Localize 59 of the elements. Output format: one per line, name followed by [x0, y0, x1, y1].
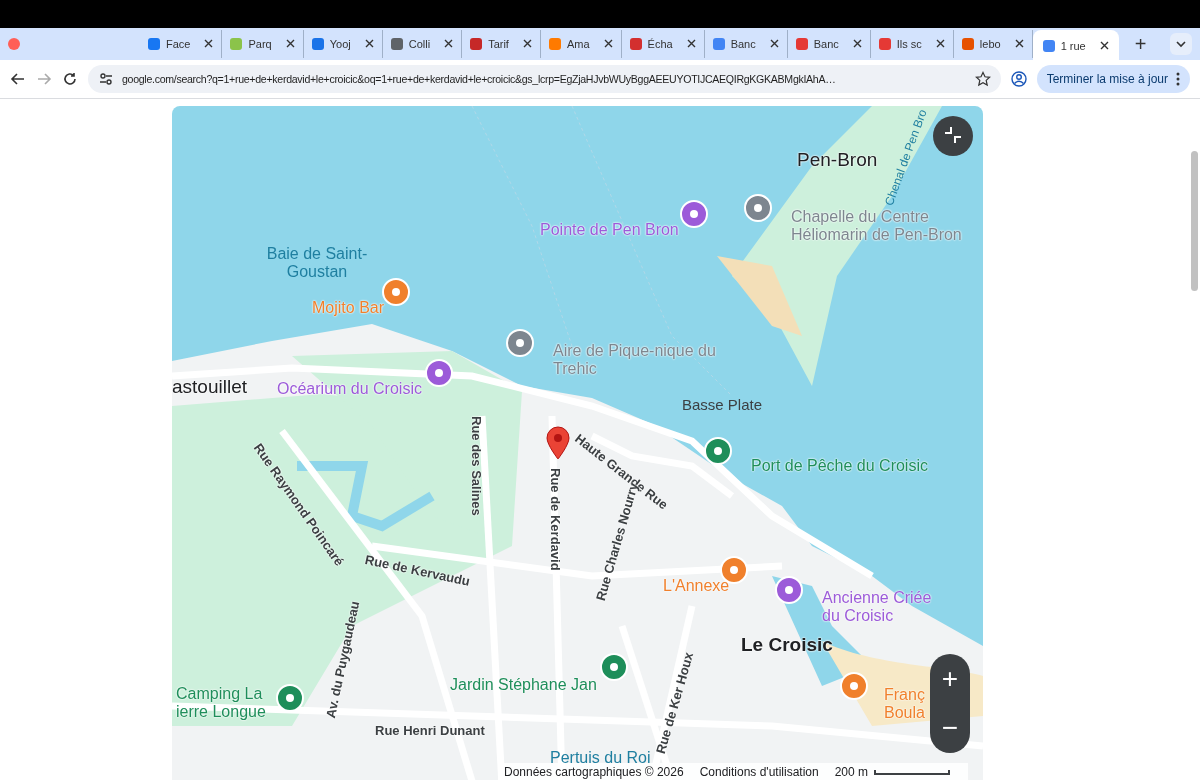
map-label: Pertuis du Roi	[550, 749, 651, 766]
browser-tab[interactable]: Tarif	[462, 30, 541, 58]
site-settings-icon[interactable]	[98, 71, 114, 87]
map-label: Baie de Saint-Goustan	[265, 245, 369, 281]
browser-tab[interactable]: Face	[140, 30, 223, 58]
favicon-icon	[230, 38, 243, 50]
browser-tab[interactable]: Banc	[787, 30, 871, 58]
tab-list-button[interactable]	[1170, 33, 1192, 55]
new-tab-button[interactable]: +	[1130, 32, 1151, 56]
profile-icon[interactable]	[1010, 71, 1027, 87]
more-icon[interactable]	[1176, 72, 1180, 86]
place-label[interactable]: Jardin Stéphane Jan	[450, 676, 597, 694]
browser-tab[interactable]: Ama	[540, 30, 622, 58]
favicon-icon	[712, 38, 725, 50]
favicon-icon	[390, 38, 403, 50]
exit-fullscreen-icon[interactable]	[943, 124, 963, 145]
street-label: Rue de Kerdavid	[547, 468, 564, 571]
update-button[interactable]: Terminer la mise à jour	[1036, 65, 1190, 93]
browser-tab[interactable]: Écha	[621, 30, 705, 58]
url-text: google.com/search?q=1+rue+de+kerdavid+le+croicic&oq=1+rue+de+kerdavid+le+croicic&gs_lcrp=EgZjaHJvbWUyBggAEEUYOTIJCAEQIRgKGKABMgkIAhA…	[122, 73, 837, 85]
browser-tab[interactable]: Colli	[382, 30, 463, 58]
browser-tab[interactable]: Parq	[222, 30, 304, 58]
zoom-out-button[interactable]: −	[930, 703, 970, 753]
back-arrow-icon[interactable]	[10, 71, 26, 87]
browser-tab[interactable]: Ils sc	[870, 30, 954, 58]
browser-tab[interactable]: Yooj	[303, 30, 383, 58]
scale-text: 200 m	[834, 765, 869, 779]
favicon-icon	[148, 38, 160, 50]
favicon-icon	[961, 38, 974, 50]
favicon-icon	[629, 38, 642, 50]
favicon-icon	[548, 38, 561, 50]
map-drawing[interactable]	[172, 106, 983, 780]
map-label: Chenal de Pen Bro	[880, 106, 931, 209]
street-label: Rue de Ker Houx	[652, 650, 698, 756]
map-label: Pen-Bron	[797, 151, 878, 169]
map-label: Basse Plate	[682, 396, 763, 414]
browser-tab[interactable]: 1 rue	[1032, 30, 1119, 62]
street-label: Rue de Kervaudu	[363, 551, 472, 591]
street-label: Rue Henri Dunant	[375, 722, 485, 740]
attribution-text: Données cartographiques © 2026	[504, 765, 684, 779]
close-window-dot[interactable]	[8, 38, 20, 50]
browser-tab[interactable]: lebo	[953, 30, 1033, 58]
scrollbar-thumb[interactable]	[1191, 151, 1198, 291]
map-label: Le Croisic	[741, 636, 833, 654]
favicon-icon	[470, 38, 483, 50]
favicon-icon	[1042, 40, 1055, 52]
zoom-in-button[interactable]: +	[930, 654, 970, 704]
terms-link[interactable]: Conditions d'utilisation	[699, 765, 819, 779]
browser-tab[interactable]: Banc	[704, 30, 788, 58]
reload-icon[interactable]	[62, 71, 78, 87]
map-label: astouillet	[172, 378, 247, 396]
location-pin-icon	[546, 426, 570, 460]
favicon-icon	[878, 38, 891, 50]
favicon-icon	[311, 38, 324, 50]
favicon-icon	[795, 38, 808, 50]
street-label: Rue des Salines	[468, 416, 485, 516]
star-icon[interactable]	[974, 71, 991, 87]
place-label[interactable]: Océarium du Croisic	[277, 380, 422, 398]
address-bar[interactable]: google.com/search?q=1+rue+de+kerdavid+le+croicic&oq=1+rue+de+kerdavid+le+croicic&gs_lcrp=EgZjaHJvbWUyBggAEEUYOTIJCAEQIRgKGKABMgkIAhA…	[88, 65, 1001, 93]
